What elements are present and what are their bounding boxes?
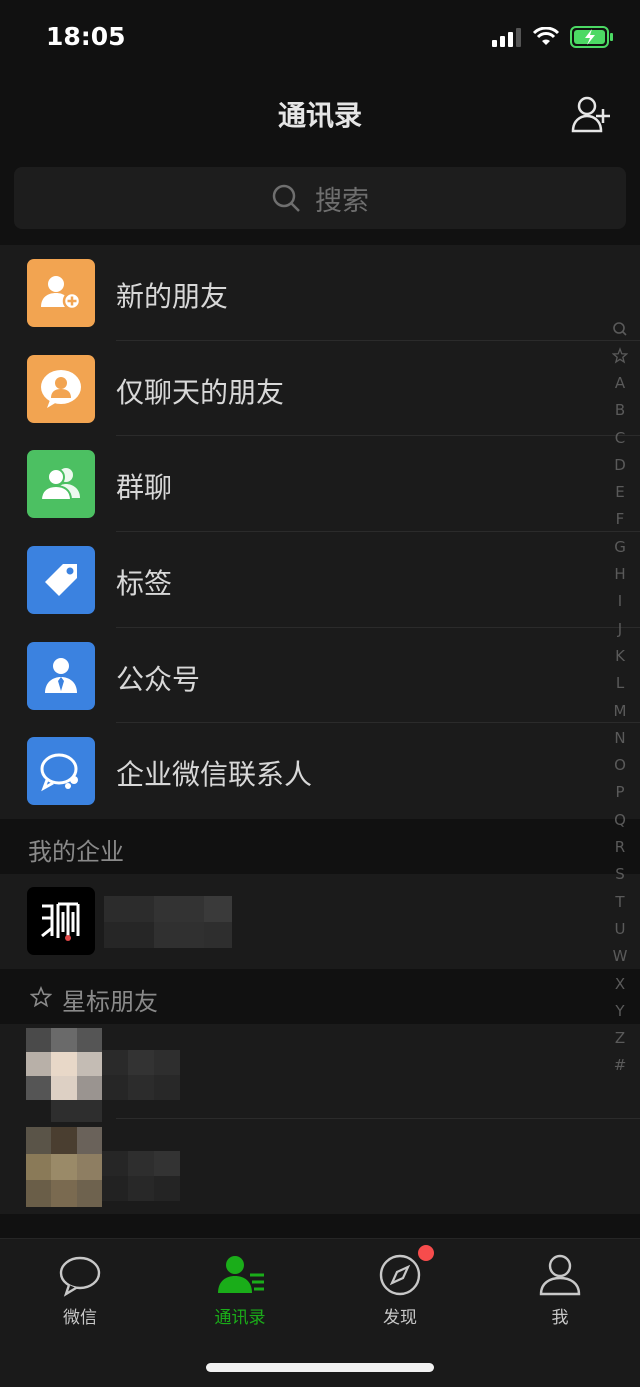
index-letter-c[interactable]: C: [613, 425, 628, 452]
add-friend-icon: [27, 259, 95, 327]
index-letter-a[interactable]: A: [613, 370, 628, 397]
index-letter-u[interactable]: U: [613, 916, 628, 943]
status-bar: 18:05: [0, 0, 640, 80]
index-letter-p[interactable]: P: [613, 779, 628, 806]
chat-only-friends-label: 仅聊天的朋友: [116, 375, 285, 409]
chat-only-icon: [27, 354, 95, 423]
tab-discover[interactable]: 发现: [320, 1245, 480, 1343]
index-letter-o[interactable]: O: [613, 752, 628, 779]
index-letter-i[interactable]: I: [613, 588, 628, 615]
search-input[interactable]: 搜索: [14, 167, 626, 229]
index-letter-w[interactable]: W: [613, 943, 628, 970]
index-letter-z[interactable]: Z: [613, 1025, 628, 1052]
index-search-icon[interactable]: [612, 316, 628, 343]
index-letter-h[interactable]: H: [613, 561, 628, 588]
wecom-contact-icon: [27, 737, 95, 806]
tab-bar: 微信 通讯录 发现 我: [0, 1238, 640, 1387]
search-icon: [272, 184, 300, 212]
list-item[interactable]: [0, 1119, 640, 1214]
wecom-contacts-item[interactable]: 企业微信联系人: [0, 723, 640, 819]
compass-icon: [379, 1254, 421, 1296]
index-letter-g[interactable]: G: [613, 534, 628, 561]
official-account-icon: [27, 641, 95, 710]
index-letter-x[interactable]: X: [613, 971, 628, 998]
status-icons: [492, 26, 614, 48]
wifi-icon: [532, 27, 560, 45]
status-time: 18:05: [46, 22, 126, 51]
new-friends-label: 新的朋友: [116, 280, 229, 313]
enterprise-logo: [27, 887, 95, 955]
official-accounts-item[interactable]: 公众号: [0, 628, 640, 724]
index-letters: A B C D E F G H I J K L M N O P Q R S T U W X Y Z #: [613, 370, 628, 1080]
wecom-contacts-label: 企业微信联系人: [116, 758, 313, 792]
index-letter-hash[interactable]: #: [613, 1052, 628, 1079]
index-letter-q[interactable]: Q: [613, 807, 628, 834]
avatar: [26, 1028, 102, 1122]
add-friend-icon[interactable]: [570, 94, 612, 134]
index-letter-m[interactable]: M: [613, 698, 628, 725]
index-star-icon[interactable]: [612, 343, 628, 370]
index-letter-r[interactable]: R: [613, 834, 628, 861]
list-item[interactable]: [0, 1024, 640, 1122]
tag-icon: [27, 546, 95, 615]
index-letter-e[interactable]: E: [613, 479, 628, 506]
index-letter-l[interactable]: L: [613, 670, 628, 697]
index-letter-y[interactable]: Y: [613, 998, 628, 1025]
official-accounts-label: 公众号: [116, 662, 201, 696]
tab-contacts[interactable]: 通讯录: [160, 1253, 320, 1343]
signal-icon: [492, 28, 521, 47]
avatar: [26, 1127, 102, 1207]
index-letter-j[interactable]: J: [613, 616, 628, 643]
index-letter-b[interactable]: B: [613, 397, 628, 424]
starred-friends-list: [0, 1024, 640, 1214]
tab-discover-label: 发现: [383, 1308, 417, 1328]
group-chats-item[interactable]: 群聊: [0, 436, 640, 533]
tab-me[interactable]: 我: [480, 1253, 640, 1343]
function-list: 新的朋友 仅聊天的朋友 群聊 标签 公众号 企业微信联系人: [0, 245, 640, 820]
index-letter-s[interactable]: S: [613, 861, 628, 888]
battery-charging-icon: [570, 26, 613, 48]
discover-badge: [418, 1245, 434, 1261]
contacts-icon: [218, 1256, 264, 1293]
blurred-name: [104, 896, 232, 948]
star-icon: [30, 986, 52, 1008]
next-section-header: [0, 1214, 640, 1238]
index-letter-d[interactable]: D: [613, 452, 628, 479]
enterprise-item[interactable]: [0, 874, 640, 969]
tab-chats[interactable]: 微信: [0, 1253, 160, 1343]
home-indicator: [206, 1363, 434, 1372]
tags-label: 标签: [116, 567, 173, 601]
tags-item[interactable]: 标签: [0, 532, 640, 628]
starred-friends-header: 星标朋友: [0, 969, 640, 1024]
new-friends-item[interactable]: 新的朋友: [0, 245, 640, 341]
blurred-name: [102, 1050, 180, 1100]
alphabet-index[interactable]: A B C D E F G H I J K L M N O P Q R S T U W X Y Z #: [608, 316, 632, 1080]
person-icon: [539, 1254, 581, 1296]
index-letter-t[interactable]: T: [613, 889, 628, 916]
tab-me-label: 我: [551, 1308, 569, 1328]
index-letter-f[interactable]: F: [613, 506, 628, 533]
index-letter-k[interactable]: K: [613, 643, 628, 670]
chat-bubble-icon: [59, 1256, 101, 1297]
page-title: 通讯录: [277, 99, 362, 132]
search-placeholder: 搜索: [315, 185, 369, 217]
starred-friends-label: 星标朋友: [62, 988, 158, 1016]
group-chat-icon: [27, 450, 95, 519]
nav-bar: 通讯录: [0, 80, 640, 154]
blurred-name: [102, 1151, 180, 1201]
chat-only-friends-item[interactable]: 仅聊天的朋友: [0, 341, 640, 437]
tab-chats-label: 微信: [63, 1308, 97, 1328]
group-chats-label: 群聊: [116, 471, 173, 505]
tab-contacts-label: 通讯录: [214, 1308, 266, 1328]
my-enterprise-label: 我的企业: [28, 838, 124, 866]
my-enterprise-header: 我的企业: [0, 819, 640, 874]
index-letter-n[interactable]: N: [613, 725, 628, 752]
